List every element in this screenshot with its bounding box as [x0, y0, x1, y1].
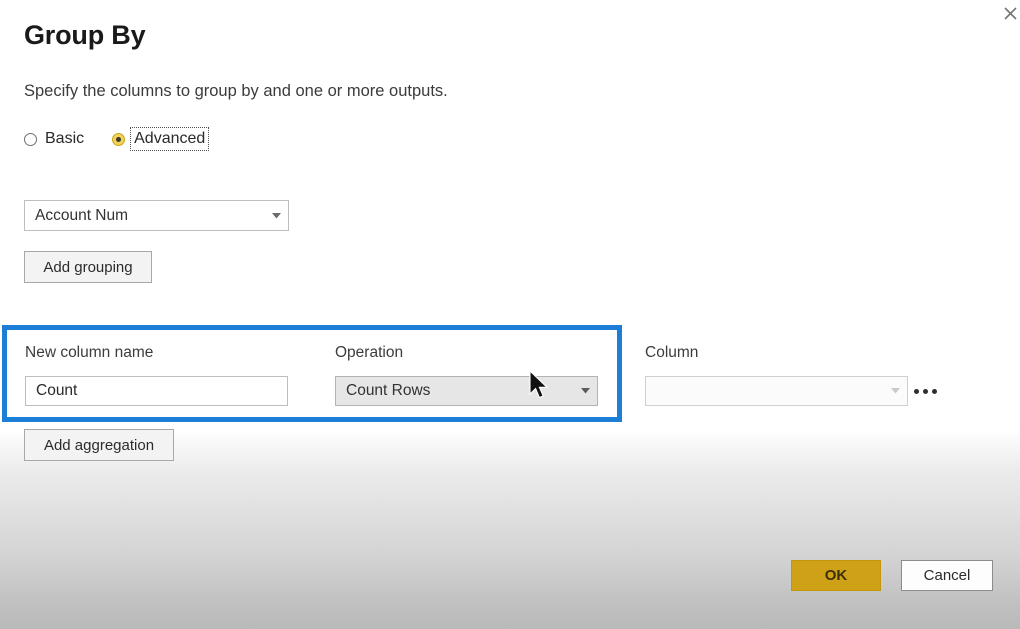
- column-dropdown[interactable]: [645, 376, 908, 406]
- page-title: Group By: [24, 20, 146, 50]
- group-by-dialog: Group By Specify the columns to group by…: [0, 0, 1020, 629]
- column-label: Column: [645, 344, 699, 361]
- radio-icon-basic: [24, 132, 37, 146]
- highlight-rectangle: [2, 325, 622, 422]
- cancel-button[interactable]: Cancel: [901, 560, 993, 591]
- radio-option-basic[interactable]: Basic: [24, 128, 84, 150]
- add-grouping-label: Add grouping: [43, 258, 133, 276]
- mode-radio-group: Basic Advanced: [24, 127, 210, 151]
- ellipsis-icon: [922, 388, 928, 394]
- chevron-down-icon: [573, 388, 597, 394]
- ok-button[interactable]: OK: [791, 560, 881, 591]
- more-options-button[interactable]: [908, 380, 942, 402]
- radio-option-advanced[interactable]: Advanced: [112, 127, 210, 151]
- radio-icon-advanced: [112, 132, 126, 146]
- add-aggregation-button[interactable]: Add aggregation: [24, 429, 174, 461]
- group-column-dropdown[interactable]: Account Num: [24, 200, 289, 231]
- cancel-label: Cancel: [923, 567, 971, 584]
- radio-label-basic: Basic: [45, 130, 85, 147]
- ok-label: OK: [824, 567, 848, 584]
- group-column-value: Account Num: [35, 206, 129, 224]
- chevron-down-icon: [264, 212, 288, 219]
- ellipsis-icon: [913, 388, 919, 394]
- add-aggregation-label: Add aggregation: [43, 436, 155, 454]
- operation-label: Operation: [335, 344, 404, 361]
- page-subtitle: Specify the columns to group by and one …: [24, 82, 448, 100]
- ellipsis-icon: [931, 388, 937, 394]
- new-column-name-input[interactable]: [25, 376, 288, 406]
- radio-label-advanced: Advanced: [130, 127, 210, 151]
- add-grouping-button[interactable]: Add grouping: [24, 251, 152, 283]
- close-icon: [1003, 6, 1017, 20]
- new-column-name-label: New column name: [25, 344, 154, 361]
- operation-dropdown[interactable]: Count Rows: [335, 376, 598, 406]
- close-button[interactable]: [992, 0, 1020, 26]
- chevron-down-icon: [883, 388, 907, 394]
- operation-value: Count Rows: [346, 382, 431, 399]
